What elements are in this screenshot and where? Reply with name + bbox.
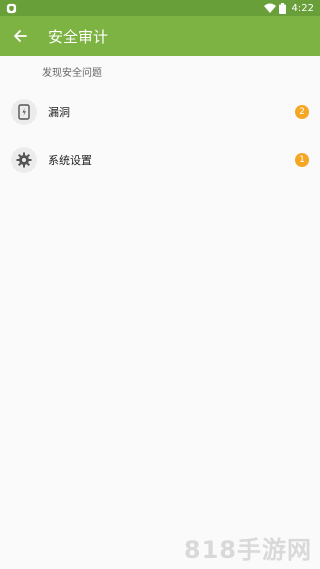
battery-icon (278, 2, 286, 14)
gear-icon-wrap (11, 147, 37, 173)
section-header: 发现安全问题 (42, 68, 102, 79)
issue-list: 漏洞 2 系统设置 1 (0, 88, 320, 184)
app-bar: 安全审计 (0, 16, 320, 56)
list-item-system-settings[interactable]: 系统设置 1 (0, 136, 320, 184)
status-bar: 4:22 (0, 0, 320, 16)
list-item-vulnerability[interactable]: 漏洞 2 (0, 88, 320, 136)
back-arrow-icon (14, 30, 27, 42)
wifi-icon (263, 3, 276, 13)
phone-alert-icon-wrap (11, 99, 37, 125)
gear-icon (16, 152, 32, 168)
status-time: 4:22 (291, 2, 314, 14)
back-button[interactable] (12, 28, 28, 44)
phone-alert-icon (18, 104, 30, 120)
count-badge: 1 (295, 153, 309, 167)
page-title: 安全审计 (48, 27, 109, 46)
item-label: 系统设置 (48, 154, 92, 167)
item-label: 漏洞 (48, 106, 70, 119)
shield-notification-icon (6, 3, 17, 13)
count-badge: 2 (295, 105, 309, 119)
watermark: 818手游网 (183, 536, 312, 564)
